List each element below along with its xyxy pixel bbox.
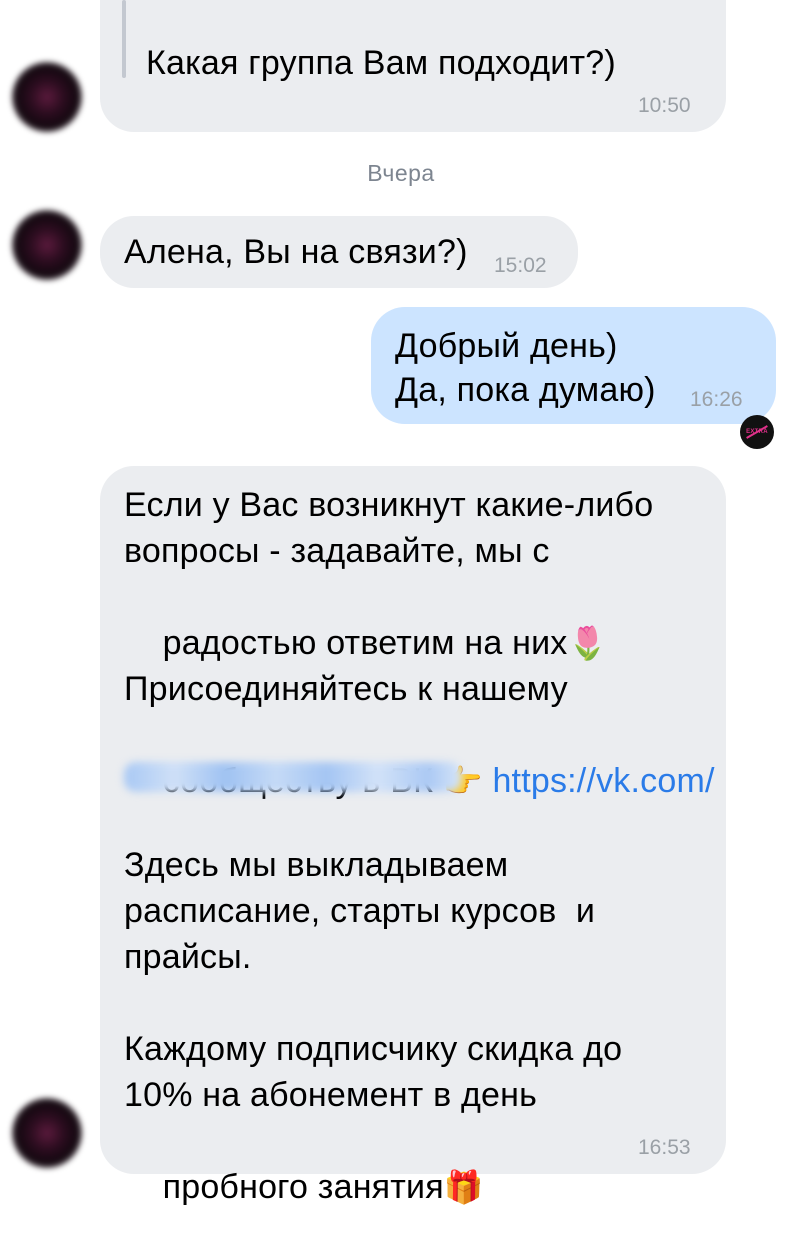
message-text-line: Если у Вас возникнут какие-либо (124, 486, 654, 524)
message-bubble-incoming[interactable]: Алена, Вы на связи?) 15:02 (100, 216, 578, 288)
message-bubble-outgoing[interactable]: Добрый день) Да, пока думаю) 16:26 (371, 307, 776, 424)
date-separator: Вчера (367, 160, 435, 186)
message-text-line: 10% на абонемент в день (124, 1076, 538, 1114)
message-text-line: Да, пока думаю) (395, 371, 656, 409)
message-text-line: Добрый день) (395, 327, 618, 365)
sender-avatar[interactable] (12, 210, 82, 280)
message-text-line: Присоединяйтесь к нашему (124, 670, 568, 708)
gift-icon: 🎁 (443, 1168, 484, 1206)
message-bubble-incoming[interactable]: Какая группа Вам подходит?) 10:50 (100, 0, 726, 132)
message-time: 15:02 (494, 254, 547, 277)
message-text-line: пробного занятия🎁 (124, 1118, 484, 1256)
community-link[interactable]: https://vk.com/ (492, 762, 714, 800)
message-text-line: Каждому подписчику скидка до (124, 1030, 623, 1068)
message-time: 16:26 (690, 388, 743, 411)
message-text-fragment: радостью ответим на них (162, 624, 568, 662)
message-text-line: вопросы - задавайте, мы с (124, 532, 550, 570)
message-text-line: расписание, старты курсов и (124, 892, 596, 930)
quote-bar (122, 0, 126, 78)
sender-avatar[interactable] (12, 1098, 82, 1168)
message-time: 10:50 (638, 94, 691, 117)
message-bubble-incoming[interactable]: Если у Вас возникнут какие-либо вопросы … (100, 466, 726, 1206)
message-text: Какая группа Вам подходит?) (146, 44, 616, 82)
message-time: 16:53 (638, 1136, 691, 1159)
own-avatar[interactable]: EXTRA (740, 415, 774, 449)
own-avatar-label: EXTRA (746, 429, 768, 435)
message-text-line: Здесь мы выкладываем (124, 846, 509, 884)
tulip-icon: 🌷 (567, 624, 608, 662)
redacted-link-path[interactable] (124, 762, 462, 792)
sender-avatar[interactable] (12, 62, 82, 132)
message-text-line: прайсы. (124, 938, 252, 976)
message-text: Алена, Вы на связи?) (124, 233, 468, 271)
message-text-fragment: пробного занятия (162, 1168, 444, 1206)
